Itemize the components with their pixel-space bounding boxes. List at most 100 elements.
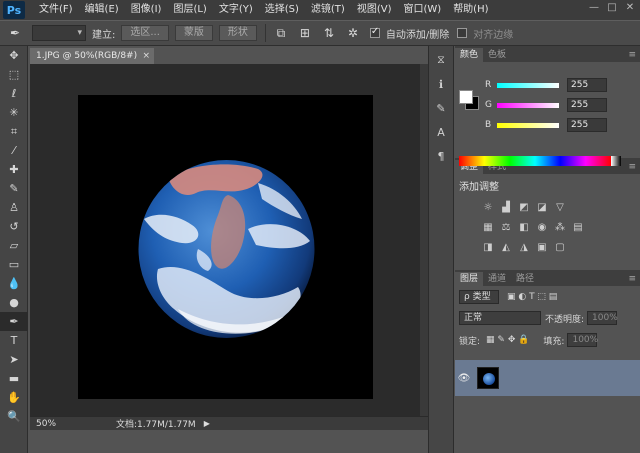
menu-file[interactable]: 文件(F) [33,0,79,20]
pen-mode-dropdown[interactable] [32,25,86,41]
document-tab-title: 1.JPG @ 50%(RGB/8#) [36,51,138,61]
lasso-tool-icon[interactable]: ℓ [0,84,28,103]
selective-color-icon[interactable]: ▣ [535,240,549,254]
grayscale-ramp[interactable] [611,156,621,166]
tab-color[interactable]: 颜色 [455,48,484,62]
menu-select[interactable]: 选择(S) [259,0,305,20]
blur-tool-icon[interactable]: 💧 [0,274,28,293]
panel-menu-icon[interactable]: ≡ [628,160,640,174]
vibrance-icon[interactable]: ▽ [553,200,567,214]
threshold-icon[interactable]: ◮ [517,240,531,254]
tab-paths[interactable]: 路径 [511,272,539,286]
type-tool-icon[interactable]: T [0,331,28,350]
menu-view[interactable]: 视图(V) [351,0,398,20]
canvas-workspace[interactable] [30,64,420,416]
panel-menu-icon[interactable]: ≡ [628,272,640,286]
minimize-button[interactable]: — [588,2,600,14]
pen-tool-icon[interactable]: ✒ [6,24,24,42]
gradient-tool-icon[interactable]: ▭ [0,255,28,274]
status-menu-arrow-icon[interactable]: ▶ [204,419,210,428]
panel-menu-icon[interactable]: ≡ [628,48,640,62]
menu-type[interactable]: 文字(Y) [213,0,259,20]
foreground-color-swatch[interactable] [459,90,473,104]
layer-kind-filter[interactable]: ρ 类型 [459,290,499,304]
tab-channels[interactable]: 通道 [483,272,511,286]
gradient-map-icon[interactable]: ▢ [553,240,567,254]
channel-mixer-icon[interactable]: ⁂ [553,220,567,234]
close-tab-icon[interactable]: × [142,48,150,64]
document-tab[interactable]: 1.JPG @ 50%(RGB/8#) × [30,48,154,64]
color-lookup-icon[interactable]: ▤ [571,220,585,234]
menu-filter[interactable]: 滤镜(T) [305,0,351,20]
red-value-input[interactable]: 255 [567,78,607,92]
menu-edit[interactable]: 编辑(E) [79,0,125,20]
dodge-tool-icon[interactable]: ● [0,293,28,312]
black-white-icon[interactable]: ◧ [517,220,531,234]
blue-slider[interactable] [497,122,559,128]
shape-button[interactable]: 形状 [218,25,257,41]
eraser-tool-icon[interactable]: ▱ [0,236,28,255]
lock-icons[interactable]: ▦ ✎ ✥ 🔒 [486,335,529,345]
opacity-input[interactable]: 100% [587,311,618,325]
shape-tool-icon[interactable]: ▬ [0,369,28,388]
menu-layer[interactable]: 图层(L) [167,0,212,20]
layer-thumbnail[interactable] [477,367,499,389]
magic-wand-tool-icon[interactable]: ✳ [0,103,28,122]
brightness-icon[interactable]: ☼ [481,200,495,214]
paragraph-panel-icon[interactable]: ¶ [429,146,453,166]
mask-button[interactable]: 蒙版 [174,25,213,41]
maximize-button[interactable]: □ [606,2,618,14]
exposure-icon[interactable]: ◪ [535,200,549,214]
document-canvas[interactable] [78,95,373,399]
close-button[interactable]: ✕ [624,2,636,14]
hue-saturation-icon[interactable]: ▦ [481,220,495,234]
green-slider[interactable] [497,102,559,108]
red-slider[interactable] [497,82,559,88]
history-panel-icon[interactable]: ⧖ [429,50,453,70]
green-value-input[interactable]: 255 [567,98,607,112]
properties-panel-icon[interactable]: ℹ [429,74,453,94]
posterize-icon[interactable]: ◭ [499,240,513,254]
clone-stamp-tool-icon[interactable]: ♙ [0,198,28,217]
zoom-level[interactable]: 50% [36,419,56,429]
menu-help[interactable]: 帮助(H) [447,0,494,20]
curves-icon[interactable]: ◩ [517,200,531,214]
healing-brush-tool-icon[interactable]: ✚ [0,160,28,179]
tab-swatches[interactable]: 色板 [483,48,511,62]
vertical-scrollbar[interactable] [420,64,428,416]
gear-icon[interactable]: ✲ [344,24,362,42]
invert-icon[interactable]: ◨ [481,240,495,254]
zoom-tool-icon[interactable]: 🔍 [0,407,28,426]
fill-input[interactable]: 100% [567,333,598,347]
levels-icon[interactable]: ▟ [499,200,513,214]
filter-icons[interactable]: ▣ ◐ T ⬚ ▤ [507,292,557,302]
eyedropper-tool-icon[interactable]: ⁄ [0,141,28,160]
blue-value-input[interactable]: 255 [567,118,607,132]
hand-tool-icon[interactable]: ✋ [0,388,28,407]
marquee-tool-icon[interactable]: ⬚ [0,65,28,84]
layer-row[interactable]: 👁 [455,360,640,396]
history-brush-tool-icon[interactable]: ↺ [0,217,28,236]
auto-add-delete-checkbox[interactable] [369,26,380,38]
blend-mode-select[interactable]: 正常 [459,311,541,325]
align-edges-checkbox[interactable] [457,28,468,38]
color-balance-icon[interactable]: ⚖ [499,220,513,234]
color-spectrum-bar[interactable] [459,156,611,166]
path-alignment-icon[interactable]: ⊞ [296,24,314,42]
photo-filter-icon[interactable]: ◉ [535,220,549,234]
menu-image[interactable]: 图像(I) [125,0,168,20]
move-tool-icon[interactable]: ✥ [0,46,28,65]
path-arrangement-icon[interactable]: ⇅ [320,24,338,42]
tab-layers[interactable]: 图层 [455,272,484,286]
crop-tool-icon[interactable]: ⌗ [0,122,28,141]
eye-icon[interactable]: 👁 [455,373,473,384]
brush-tool-icon[interactable]: ✎ [0,179,28,198]
brush-panel-icon[interactable]: ✎ [429,98,453,118]
menu-items: 文件(F) 编辑(E) 图像(I) 图层(L) 文字(Y) 选择(S) 滤镜(T… [33,0,495,20]
character-panel-icon[interactable]: A [429,122,453,142]
pen-tool-icon[interactable]: ✒ [0,312,28,331]
path-selection-tool-icon[interactable]: ➤ [0,350,28,369]
path-operations-icon[interactable]: ⧉ [272,24,290,42]
selection-button[interactable]: 选区... [121,25,169,41]
menu-window[interactable]: 窗口(W) [397,0,447,20]
